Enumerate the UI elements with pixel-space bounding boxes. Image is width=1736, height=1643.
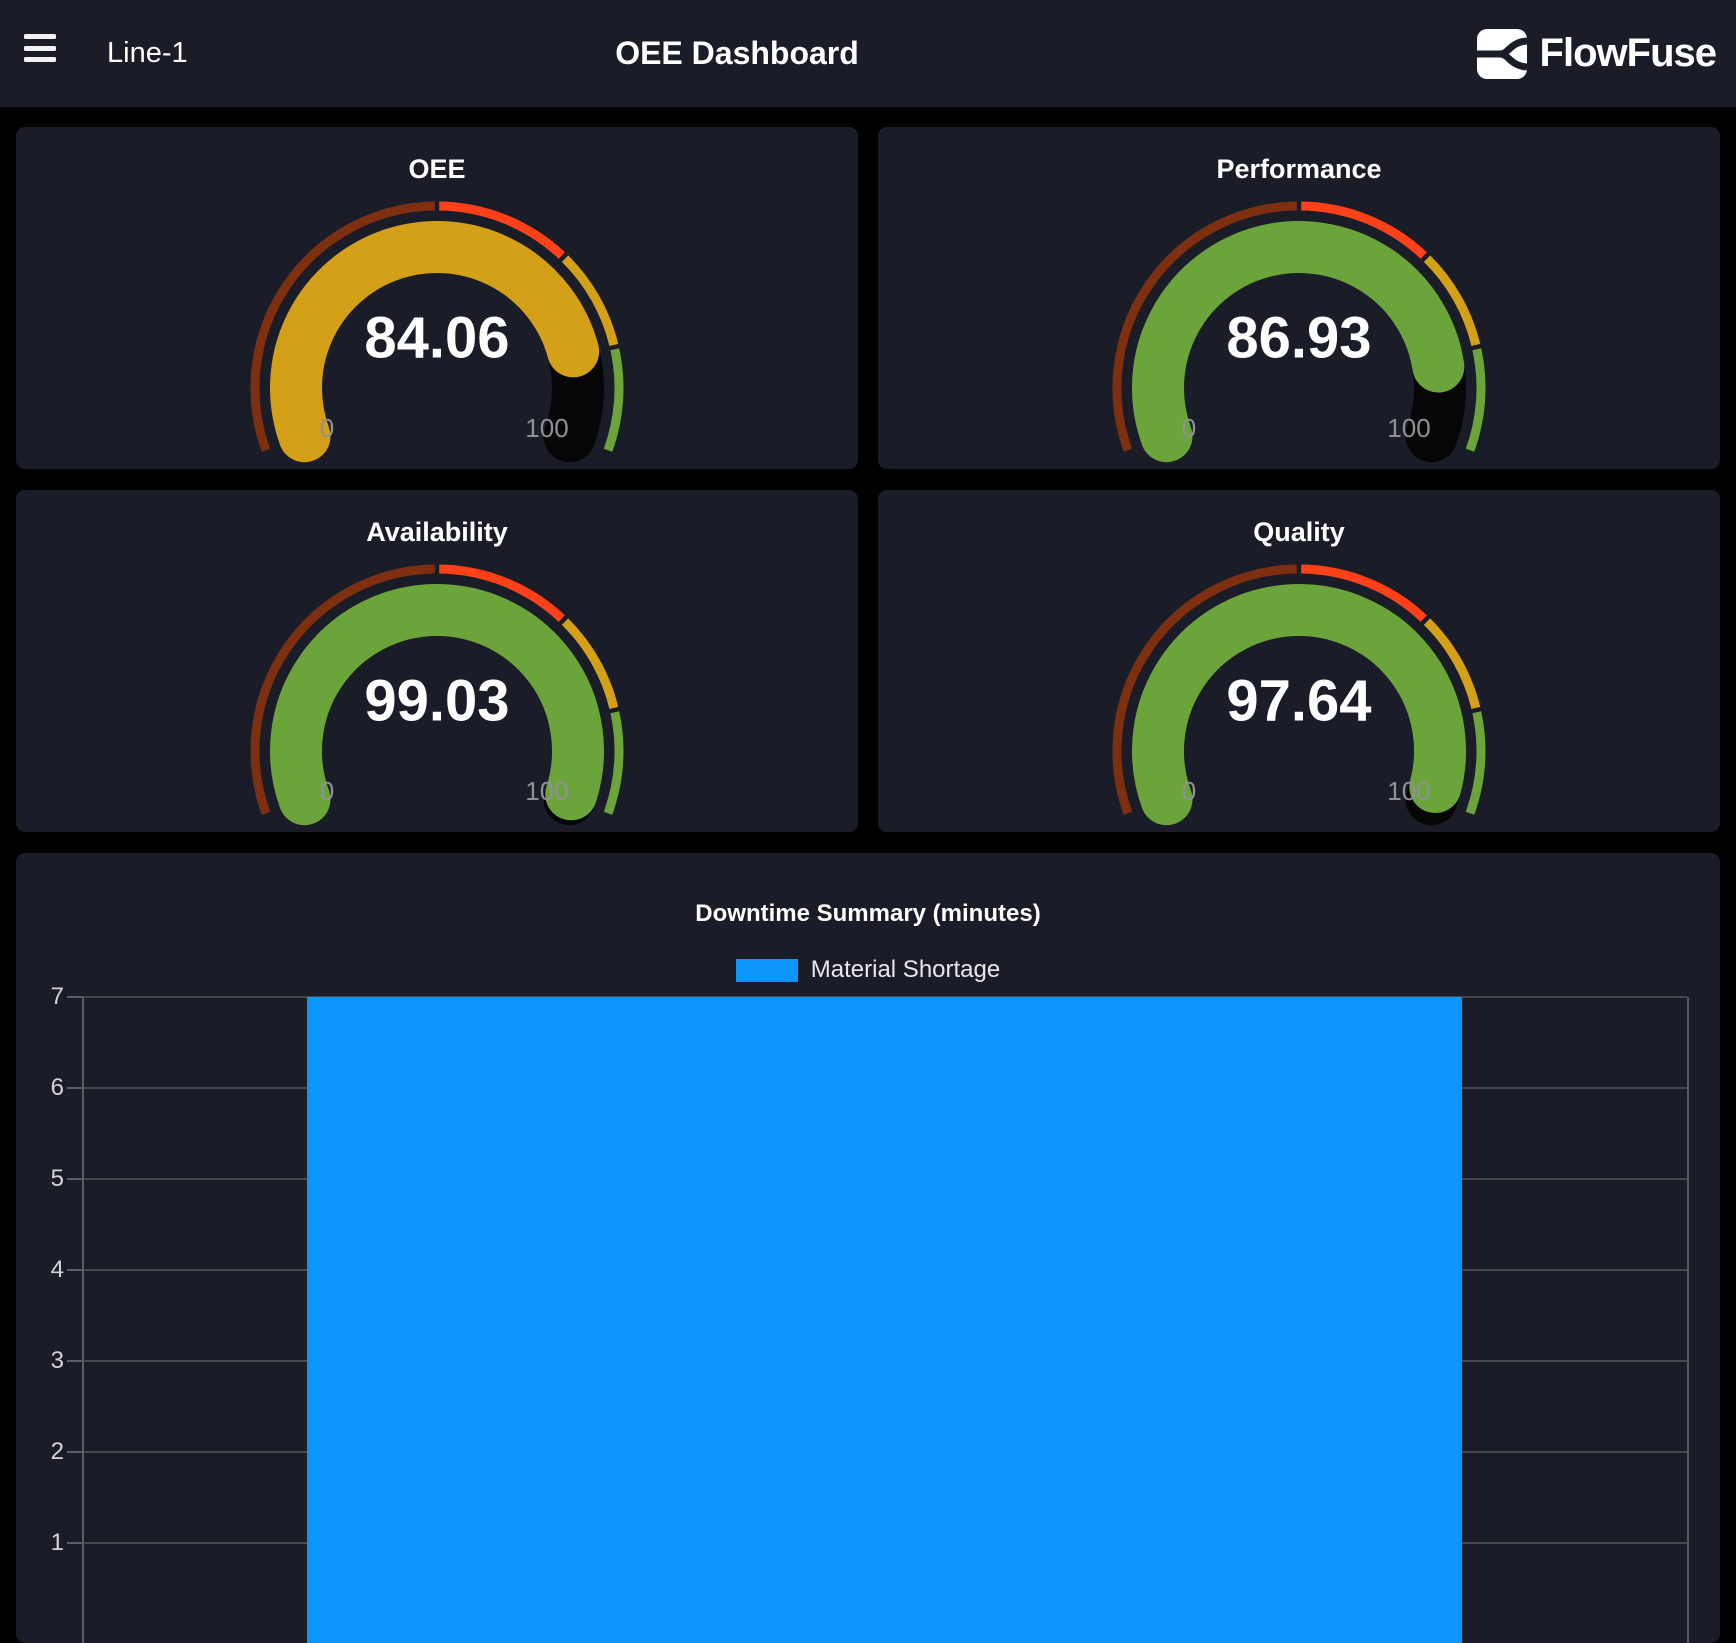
gauge-quality: 97.64 0 100 [878,490,1720,832]
brand-name: FlowFuse [1540,31,1716,76]
gauge-oee: 84.06 0 100 [16,127,858,469]
axis-tick [67,1269,82,1271]
y-axis-line [82,997,84,1643]
menu-icon[interactable] [24,32,58,64]
gauge-value: 97.64 [1226,669,1371,734]
y-tick-label: 6 [18,1074,64,1102]
gauge-value: 84.06 [364,306,509,371]
y-tick-label: 2 [18,1438,64,1466]
gauge-value: 99.03 [364,669,509,734]
gauge-availability: 99.03 0 100 [16,490,858,832]
gauge-card-availability: Availability 99.030100 [16,490,858,832]
bar-chart-plot-area: 7 6 5 4 3 2 1 [16,853,1720,1643]
gauge-card-oee: OEE 84.060100 [16,127,858,469]
gauge-card-quality: Quality 97.640100 [878,490,1720,832]
gauge-max-label: 100 [525,413,568,443]
y-tick-label: 7 [18,983,64,1011]
gauge-max-label: 100 [525,776,568,806]
page-name: Line-1 [107,0,188,107]
y-tick-label: 3 [18,1347,64,1375]
gauge-min-label: 0 [1182,413,1196,443]
gauge-value: 86.93 [1226,306,1371,371]
gauge-card-performance: Performance 86.930100 [878,127,1720,469]
y-tick-label: 4 [18,1256,64,1284]
gauge-segment [608,349,619,450]
brand-logo[interactable]: FlowFuse [1476,0,1716,107]
gauge-segment [1470,349,1481,450]
y-tick-label: 1 [18,1529,64,1557]
plot-right-border [1687,997,1689,1643]
gauge-min-label: 0 [320,413,334,443]
axis-tick [67,1451,82,1453]
bar-material-shortage [307,997,1463,1643]
gauge-max-label: 100 [1387,776,1430,806]
gauge-max-label: 100 [1387,413,1430,443]
y-tick-label: 5 [18,1165,64,1193]
gauge-min-label: 0 [1182,776,1196,806]
axis-tick [67,1360,82,1362]
flowfuse-icon [1476,28,1528,80]
app-title: OEE Dashboard [615,0,859,107]
gauge-segment [1470,712,1481,813]
axis-tick [67,1542,82,1544]
gauge-segment [608,712,619,813]
axis-tick [67,996,82,998]
axis-tick [67,1087,82,1089]
gauge-performance: 86.93 0 100 [878,127,1720,469]
app-header: Line-1 OEE Dashboard FlowFuse [0,0,1736,107]
downtime-chart-card: Downtime Summary (minutes) Material Shor… [16,853,1720,1643]
axis-tick [67,1178,82,1180]
gauge-min-label: 0 [320,776,334,806]
